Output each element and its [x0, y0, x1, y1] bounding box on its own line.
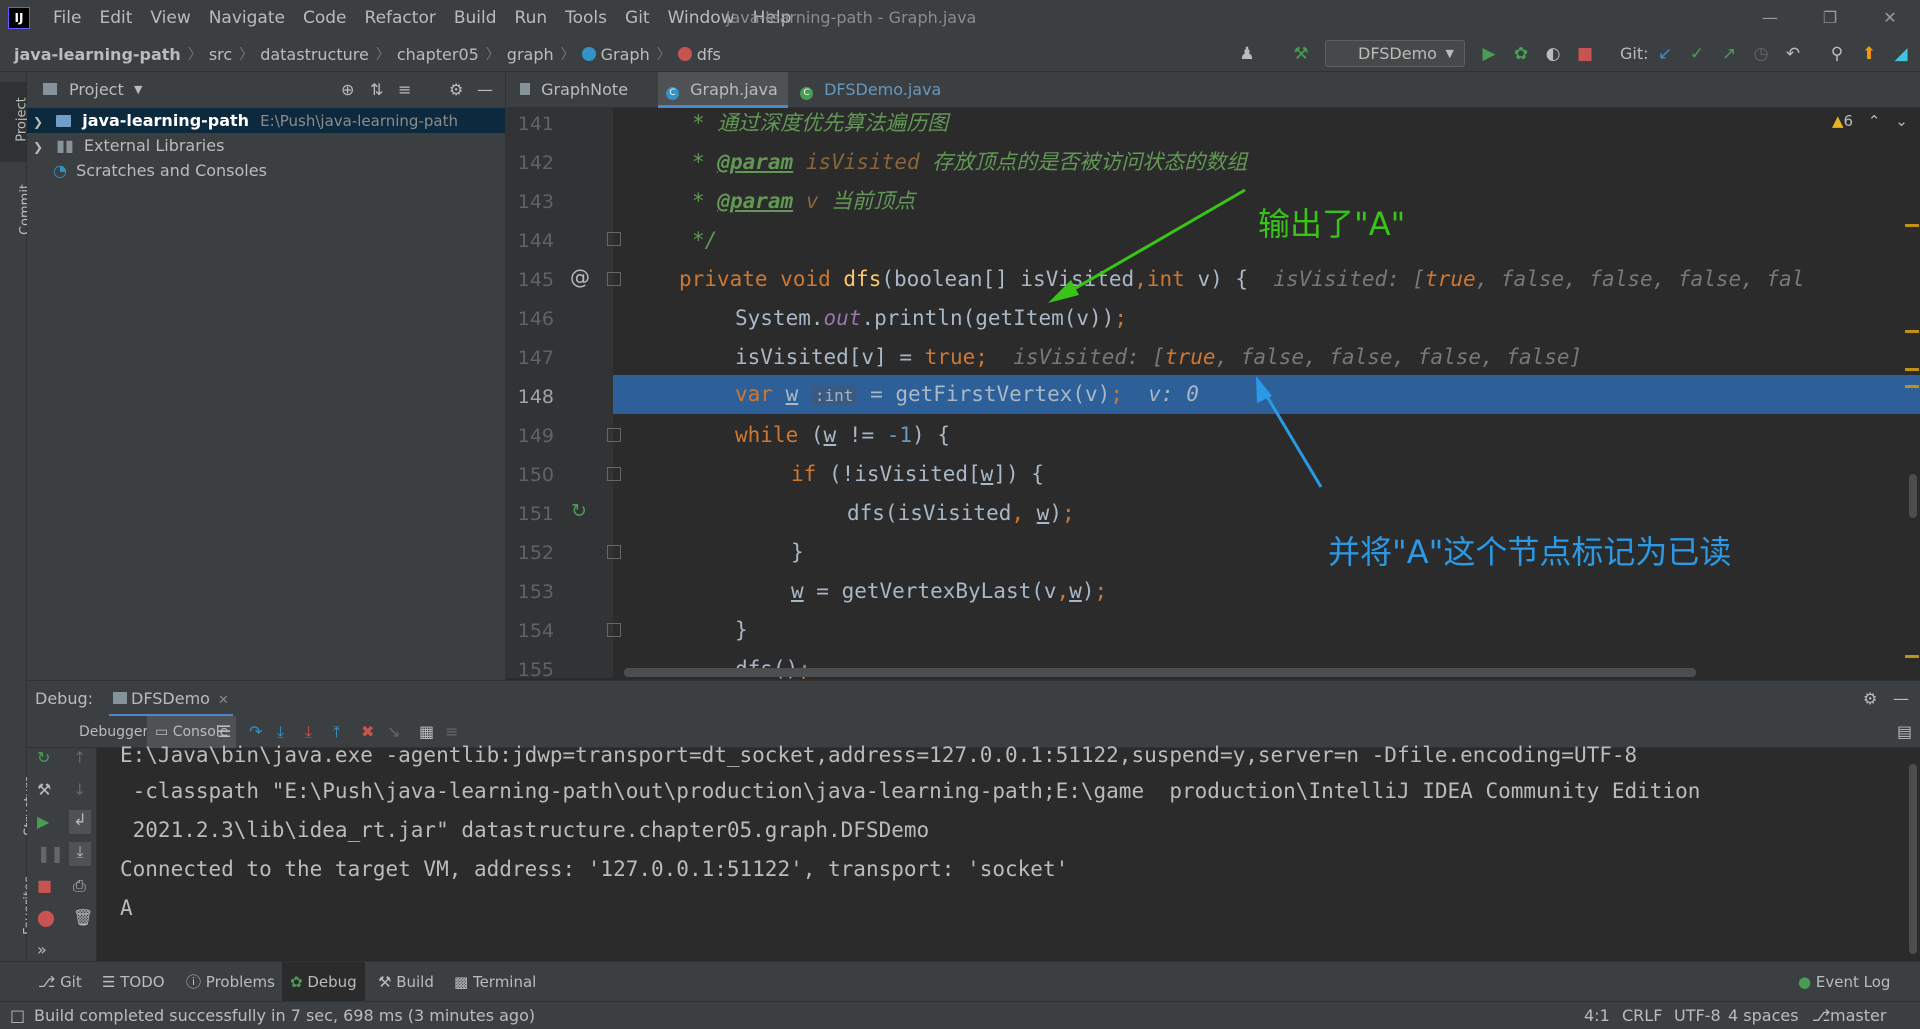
annotation-mark-visited: 并将"A"这个节点标记为已读 [1328, 533, 1732, 571]
rerun-icon[interactable]: ↻ [37, 748, 50, 767]
soft-wrap-icon[interactable]: ↲ [69, 810, 91, 834]
down-arrow-icon[interactable]: ↓ [73, 780, 86, 799]
pause-icon[interactable]: ❚❚ [37, 844, 64, 863]
print-icon[interactable]: ⎙ [73, 876, 86, 896]
tool-window-label: Event Log [1815, 973, 1891, 991]
git-branch-icon: ⎇ [38, 973, 61, 991]
tool-window-debug[interactable]: ✿ Debug [282, 962, 365, 1002]
console-side-toolbar: ↑ ↓ ↲ ⤓ ⎙ 🗑 [65, 748, 97, 961]
git-branch-icon: ⎇ [1812, 1006, 1831, 1025]
tool-window-label: Build [396, 973, 434, 991]
stop-icon[interactable]: ■ [37, 876, 52, 895]
green-arrow [1061, 188, 1246, 298]
console-line: A [120, 896, 133, 920]
trash-icon[interactable]: 🗑 [73, 908, 93, 927]
hide-panel-icon[interactable]: — [1893, 681, 1909, 717]
status-message[interactable]: Build completed successfully in 7 sec, 6… [34, 1002, 535, 1029]
more-icon[interactable]: » [37, 940, 47, 959]
console-line: Connected to the target VM, address: '12… [120, 857, 1069, 881]
tool-window-todo[interactable]: ☰ TODO [102, 962, 165, 1002]
debug-label: Debug: [35, 689, 94, 708]
terminal-icon: ▩ [454, 973, 473, 991]
close-icon[interactable]: ✕ [218, 693, 229, 708]
tool-window-label: Debug [307, 973, 357, 991]
file-encoding[interactable]: UTF-8 [1674, 1002, 1721, 1029]
git-branch[interactable]: master [1830, 1002, 1886, 1029]
annotation-output-a: 输出了"A" [1258, 205, 1406, 243]
scroll-to-end-icon[interactable]: ⤓ [69, 842, 91, 866]
modify-config-icon[interactable]: ⚒ [37, 780, 51, 799]
tool-window-label: TODO [120, 973, 165, 991]
tool-window-terminal[interactable]: ▩ Terminal [454, 962, 536, 1002]
console-line: 2021.2.3\lib\idea_rt.jar" datastructure.… [120, 818, 930, 842]
status-frame-icon[interactable]: □ [10, 1002, 25, 1029]
console-line: -classpath "E:\Push\java-learning-path\o… [120, 779, 1701, 803]
tool-window-label: Git [60, 973, 82, 991]
tool-window-bar: ⎇ Git ☰ TODO ⓘ Problems ✿ Debug ⚒ Build … [0, 961, 1920, 1002]
green-arrowhead [1048, 280, 1079, 303]
debug-session-label: DFSDemo [131, 689, 210, 708]
console-line: E:\Java\bin\java.exe -agentlib:jdwp=tran… [120, 743, 1638, 767]
line-separator[interactable]: CRLF [1622, 1002, 1662, 1029]
resume-icon[interactable]: ▶ [37, 812, 49, 831]
bug-icon: ✿ [290, 973, 308, 991]
tool-window-problems[interactable]: ⓘ Problems [186, 962, 275, 1002]
list-icon: ☰ [102, 973, 121, 991]
debug-panel-header: Debug: DFSDemo ✕ ⚙ — [27, 680, 1920, 717]
console-scrollbar[interactable] [1909, 764, 1917, 954]
indent-setting[interactable]: 4 spaces [1728, 1002, 1799, 1029]
tool-window-git[interactable]: ⎇ Git [38, 962, 82, 1002]
console-icon [113, 692, 127, 704]
tool-window-build[interactable]: ⚒ Build [378, 962, 434, 1002]
tool-window-event-log[interactable]: ● Event Log [1798, 962, 1890, 1002]
event-log-icon: ● [1798, 973, 1816, 991]
layout-icon[interactable]: ▤ [1897, 716, 1912, 748]
info-icon: ⓘ [186, 973, 206, 991]
debug-side-toolbar: ↻ ⚒ ▶ ❚❚ ■ ⬤ » [27, 748, 65, 961]
blue-arrow [1260, 387, 1323, 488]
view-breakpoints-icon[interactable]: ⬤ [37, 908, 55, 927]
debug-session-tab[interactable]: DFSDemo ✕ [109, 681, 233, 717]
tool-window-label: Problems [205, 973, 275, 991]
gear-icon[interactable]: ⚙ [1863, 681, 1877, 717]
status-bar: □ Build completed successfully in 7 sec,… [0, 1001, 1920, 1029]
caret-position[interactable]: 4:1 [1584, 1002, 1610, 1029]
up-arrow-icon[interactable]: ↑ [73, 748, 86, 767]
tool-window-label: Terminal [472, 973, 537, 991]
hammer-icon: ⚒ [378, 973, 397, 991]
